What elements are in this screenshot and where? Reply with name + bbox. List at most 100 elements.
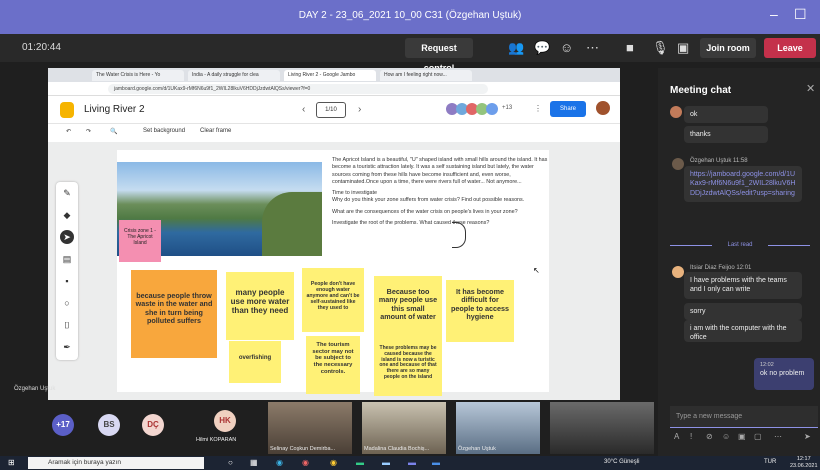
laser-icon[interactable]: ✒	[60, 340, 74, 354]
taskbar-app-icon[interactable]: ◉	[302, 458, 309, 467]
minimize-icon[interactable]: –	[770, 6, 778, 22]
edge-icon[interactable]: ◉	[276, 458, 283, 467]
undo-icon[interactable]: ↶	[66, 128, 71, 135]
last-read-divider: Last read	[670, 242, 810, 248]
chat-message: sorry	[684, 303, 802, 321]
sticky-note-yellow[interactable]: many people use more water than they nee…	[226, 272, 294, 340]
join-room-button[interactable]: Join room	[700, 38, 756, 58]
browser-tab[interactable]: The Water Crisis is Here - Yo	[92, 70, 184, 81]
teams-icon[interactable]: ▬	[408, 458, 416, 467]
participants-icon[interactable]: 👥	[508, 40, 524, 56]
language-indicator[interactable]: TUR	[764, 459, 776, 465]
chat-link[interactable]: https://jamboard.google.com/d/1UKax9-rMf…	[684, 166, 802, 203]
avatar	[672, 266, 684, 278]
window-title-bar: DAY 2 - 23_06_2021 10_00 C31 (Özgehan Uş…	[0, 0, 820, 34]
emoji-icon[interactable]: ☺	[722, 432, 730, 441]
gif-icon[interactable]: ▣	[738, 432, 746, 441]
sticky-note-icon[interactable]: ▤	[60, 252, 74, 266]
more-vert-icon[interactable]: ⋮	[534, 104, 542, 113]
close-icon[interactable]: ✕	[806, 82, 815, 95]
chat-message: ok	[684, 106, 768, 124]
sticky-note-yellow[interactable]: The tourism sector may not be subject to…	[306, 336, 360, 394]
more-participants-badge[interactable]: +17	[52, 414, 74, 436]
reactions-icon[interactable]: ☺	[560, 40, 573, 55]
more-avatars-count: +13	[502, 105, 513, 111]
chat-icon[interactable]: 💬	[534, 40, 550, 56]
participant-video: Özgehan Uştuk	[456, 402, 540, 454]
send-icon[interactable]: ➤	[804, 432, 811, 441]
maximize-icon[interactable]: ☐	[794, 6, 807, 23]
chrome-icon[interactable]: ◉	[330, 458, 337, 467]
participant-name: Hilmi KOPARAN	[196, 437, 237, 443]
chat-sender: Özgehan Uştuk 11:58	[690, 158, 748, 164]
taskbar-app-icon[interactable]: ▬	[356, 458, 364, 467]
task-view-icon[interactable]: ○	[228, 458, 233, 467]
url-field[interactable]: jamboard.google.com/d/1UKax9-rMf6N6u9f1_…	[108, 84, 488, 94]
eraser-icon[interactable]: ◆	[60, 208, 74, 222]
avatar	[672, 158, 684, 170]
frame-indicator[interactable]: 1/10	[316, 102, 346, 118]
camera-icon[interactable]: ■	[626, 40, 634, 55]
frame-text-root: Investigate the root of the problems. Wh…	[332, 220, 490, 227]
frame-text-consequences: What are the consequences of the water c…	[332, 208, 518, 215]
taskbar-clock[interactable]: 12:17 23.06.2021	[790, 456, 818, 469]
format-icon[interactable]: A	[674, 432, 679, 441]
zoom-icon[interactable]: 🔍	[110, 128, 117, 135]
sticky-note-yellow[interactable]: Because too many people use this small a…	[374, 276, 442, 340]
browser-tab[interactable]: How am I feeling right now...	[380, 70, 472, 81]
taskbar-app-icon[interactable]: ▦	[250, 458, 258, 467]
chat-message: thanks	[684, 126, 768, 144]
pointer-cursor: ↖	[533, 266, 540, 275]
chat-compose-input[interactable]: Type a new message	[670, 406, 818, 428]
share-button[interactable]: Share	[550, 101, 586, 117]
photo-cliff	[262, 192, 322, 256]
frame-text-intro: The Apricot Island is a beautiful, "U" s…	[332, 157, 548, 185]
mic-off-icon[interactable]: 🎙	[652, 40, 669, 56]
profile-avatar[interactable]	[596, 101, 610, 115]
request-control-button[interactable]: Request control	[405, 38, 473, 73]
select-icon[interactable]: ➤	[60, 230, 74, 244]
more-options-icon[interactable]: ⋯	[586, 40, 599, 56]
circle-icon[interactable]: ○	[60, 296, 74, 310]
meeting-timer: 01:20:44	[22, 42, 61, 53]
redo-icon[interactable]: ↷	[86, 128, 91, 135]
windows-start-icon[interactable]: ⊞	[8, 458, 15, 467]
leave-button[interactable]: Leave	[764, 38, 816, 58]
set-background-button[interactable]: Set background	[143, 128, 185, 134]
sticky-note-orange[interactable]: because people throw waste in the water …	[131, 270, 217, 358]
sticky-note-yellow[interactable]: People don't have enough water anymore a…	[302, 268, 364, 332]
important-icon[interactable]: !	[690, 432, 692, 441]
chat-message: I have problems with the teams and I onl…	[684, 272, 802, 299]
more-icon[interactable]: ⋯	[774, 432, 782, 441]
clear-frame-button[interactable]: Clear frame	[200, 128, 231, 134]
word-icon[interactable]: ▬	[432, 458, 440, 467]
sticky-note-yellow[interactable]: These problems may be caused because the…	[374, 338, 442, 396]
participant-avatar: HK	[214, 410, 236, 432]
next-frame-icon[interactable]: ›	[358, 104, 361, 115]
frame-text-investigate: Time to investigate Why do you think you…	[332, 190, 525, 204]
sticky-note-yellow[interactable]: overfishing	[229, 341, 281, 383]
chat-compose-tools: A ! ⊘ ☺ ▣ ▢ ⋯ ➤	[670, 432, 818, 446]
frame-text-block: The Apricot Island is a beautiful, "U" s…	[332, 157, 550, 231]
text-box-icon[interactable]: ⌷	[60, 318, 74, 332]
attach-icon[interactable]: ⊘	[706, 432, 713, 441]
file-explorer-icon[interactable]: ▬	[382, 458, 390, 467]
participant-name: Madalina Claudia Bochiș...	[364, 446, 430, 452]
prev-frame-icon[interactable]: ‹	[302, 104, 305, 115]
taskbar-search-input[interactable]: Aramak için buraya yazın	[28, 457, 204, 469]
browser-tab-strip: The Water Crisis is Here - Yo India - A …	[48, 68, 620, 82]
chat-sender: Itsiar Diaz Feijoo 12:01	[690, 265, 752, 271]
sticky-note-yellow[interactable]: It has become difficult for people to ac…	[446, 280, 514, 342]
browser-tab[interactable]: India - A daily struggle for clea	[188, 70, 280, 81]
browser-tab-active[interactable]: Living River 2 - Google Jambo	[284, 70, 376, 81]
image-icon[interactable]: ▪	[60, 274, 74, 288]
participant-name: Özgehan Uştuk	[458, 446, 496, 452]
windows-taskbar: ⊞ Aramak için buraya yazın ○ ▦ ◉ ◉ ◉ ▬ ▬…	[0, 456, 820, 470]
weather-widget[interactable]: 30°C Güneşli	[604, 459, 639, 465]
participant-name: Selinay Coşkun Demirba...	[270, 446, 336, 452]
share-tray-icon[interactable]: ▣	[677, 40, 689, 56]
pen-icon[interactable]: ✎	[60, 186, 74, 200]
sticker-icon[interactable]: ▢	[754, 432, 762, 441]
meeting-toolbar: 01:20:44 Request control 👥 💬 ☺ ⋯ ■ 🎙 ▣ J…	[0, 34, 820, 73]
sticky-note-pink[interactable]: Crisis zone 1 - The Apricot Island	[119, 220, 161, 262]
